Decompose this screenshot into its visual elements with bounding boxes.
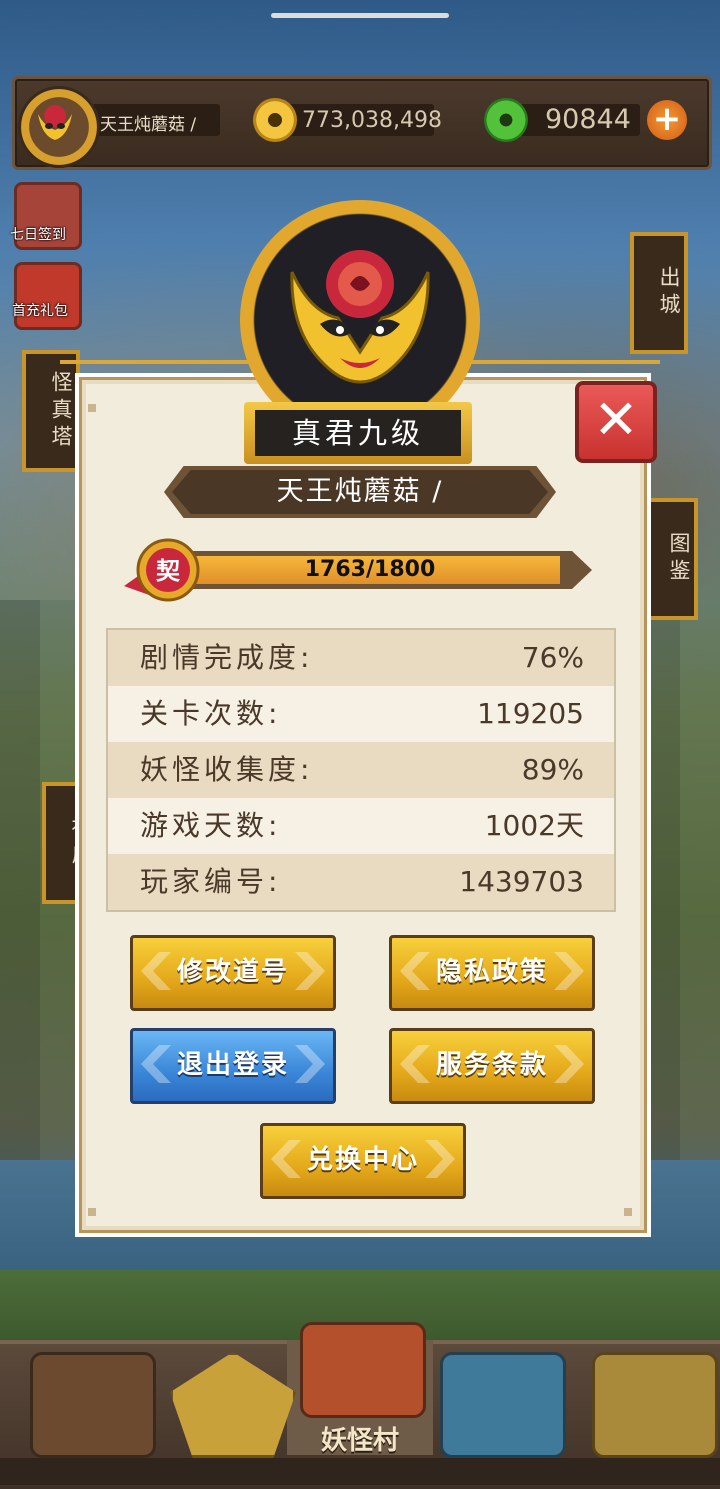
chevron-left-icon [141,952,171,990]
chevron-right-icon [295,952,325,990]
seven-day-signin-label: 七日签到 [10,227,66,243]
redeem-center-label: 兑换中心 [306,1145,419,1175]
stat-label: 关卡次数: [140,697,282,730]
rank-title: 真君九级 [291,416,424,450]
stat-value: 119205 [477,697,584,730]
change-name-label: 修改道号 [176,957,289,987]
first-charge-label: 首充礼包 [12,303,68,319]
panel-corner [88,1208,96,1216]
chevron-right-icon [425,1140,455,1178]
stat-label: 妖怪收集度: [140,753,314,786]
panel-corner [624,1208,632,1216]
stat-row: 关卡次数: 119205 [108,686,614,742]
nav-scroll-book-icon[interactable] [592,1352,718,1458]
leave-city-sign[interactable]: 出城 [630,232,688,354]
stat-label: 游戏天数: [140,809,282,842]
chevron-right-icon [554,1045,584,1083]
close-button[interactable]: ✕ [575,381,657,463]
panel-corner [88,404,96,412]
jade-icon [484,98,528,142]
chevron-left-icon [271,1140,301,1178]
nav-bottom-strip [0,1458,720,1485]
player-name: 天王炖蘑菇 / [100,115,197,135]
logout-button[interactable]: 退出登录 [130,1028,336,1104]
coin-count: 773,038,498 [302,108,442,133]
add-jade-button[interactable]: + [647,100,687,140]
stats-table: 剧情完成度: 76% 关卡次数: 119205 妖怪收集度: 89% 游戏天数:… [106,628,616,912]
nav-village-gate-icon[interactable] [300,1322,426,1418]
xp-bar-text: 1763/1800 [304,557,436,582]
contract-badge-text: 契 [156,557,181,585]
stat-value: 89% [521,753,584,786]
home-indicator [271,13,449,18]
golden-mask-icon [290,250,430,384]
chevron-left-icon [400,1045,430,1083]
jade-count: 90844 [545,104,631,135]
stat-value: 76% [521,641,584,674]
stat-row: 玩家编号: 1439703 [108,854,614,910]
redeem-center-button[interactable]: 兑换中心 [260,1123,466,1199]
terms-of-service-button[interactable]: 服务条款 [389,1028,595,1104]
codex-sign[interactable]: 图鉴 [640,498,698,620]
stat-row: 剧情完成度: 76% [108,630,614,686]
nav-treasure-chest-icon[interactable] [30,1352,156,1458]
privacy-policy-button[interactable]: 隐私政策 [389,935,595,1011]
mask-avatar-icon [38,105,72,140]
coin-icon [253,98,297,142]
terms-of-service-label: 服务条款 [435,1050,548,1080]
stat-row: 游戏天数: 1002天 [108,798,614,854]
chevron-right-icon [554,952,584,990]
stat-label: 剧情完成度: [140,641,314,674]
logout-label: 退出登录 [176,1050,289,1080]
contract-seal-icon: 契 [124,538,200,602]
change-name-button[interactable]: 修改道号 [130,935,336,1011]
chevron-left-icon [400,952,430,990]
profile-player-name: 天王炖蘑菇 / [276,476,444,507]
stat-value: 1439703 [459,865,584,898]
nav-label-monster-village: 妖怪村 [320,1426,399,1456]
chevron-right-icon [295,1045,325,1083]
stat-row: 妖怪收集度: 89% [108,742,614,798]
stat-value: 1002天 [484,809,584,842]
nav-market-icon[interactable] [440,1352,566,1458]
chevron-left-icon [141,1045,171,1083]
stat-label: 玩家编号: [140,865,282,898]
privacy-policy-label: 隐私政策 [435,957,548,987]
